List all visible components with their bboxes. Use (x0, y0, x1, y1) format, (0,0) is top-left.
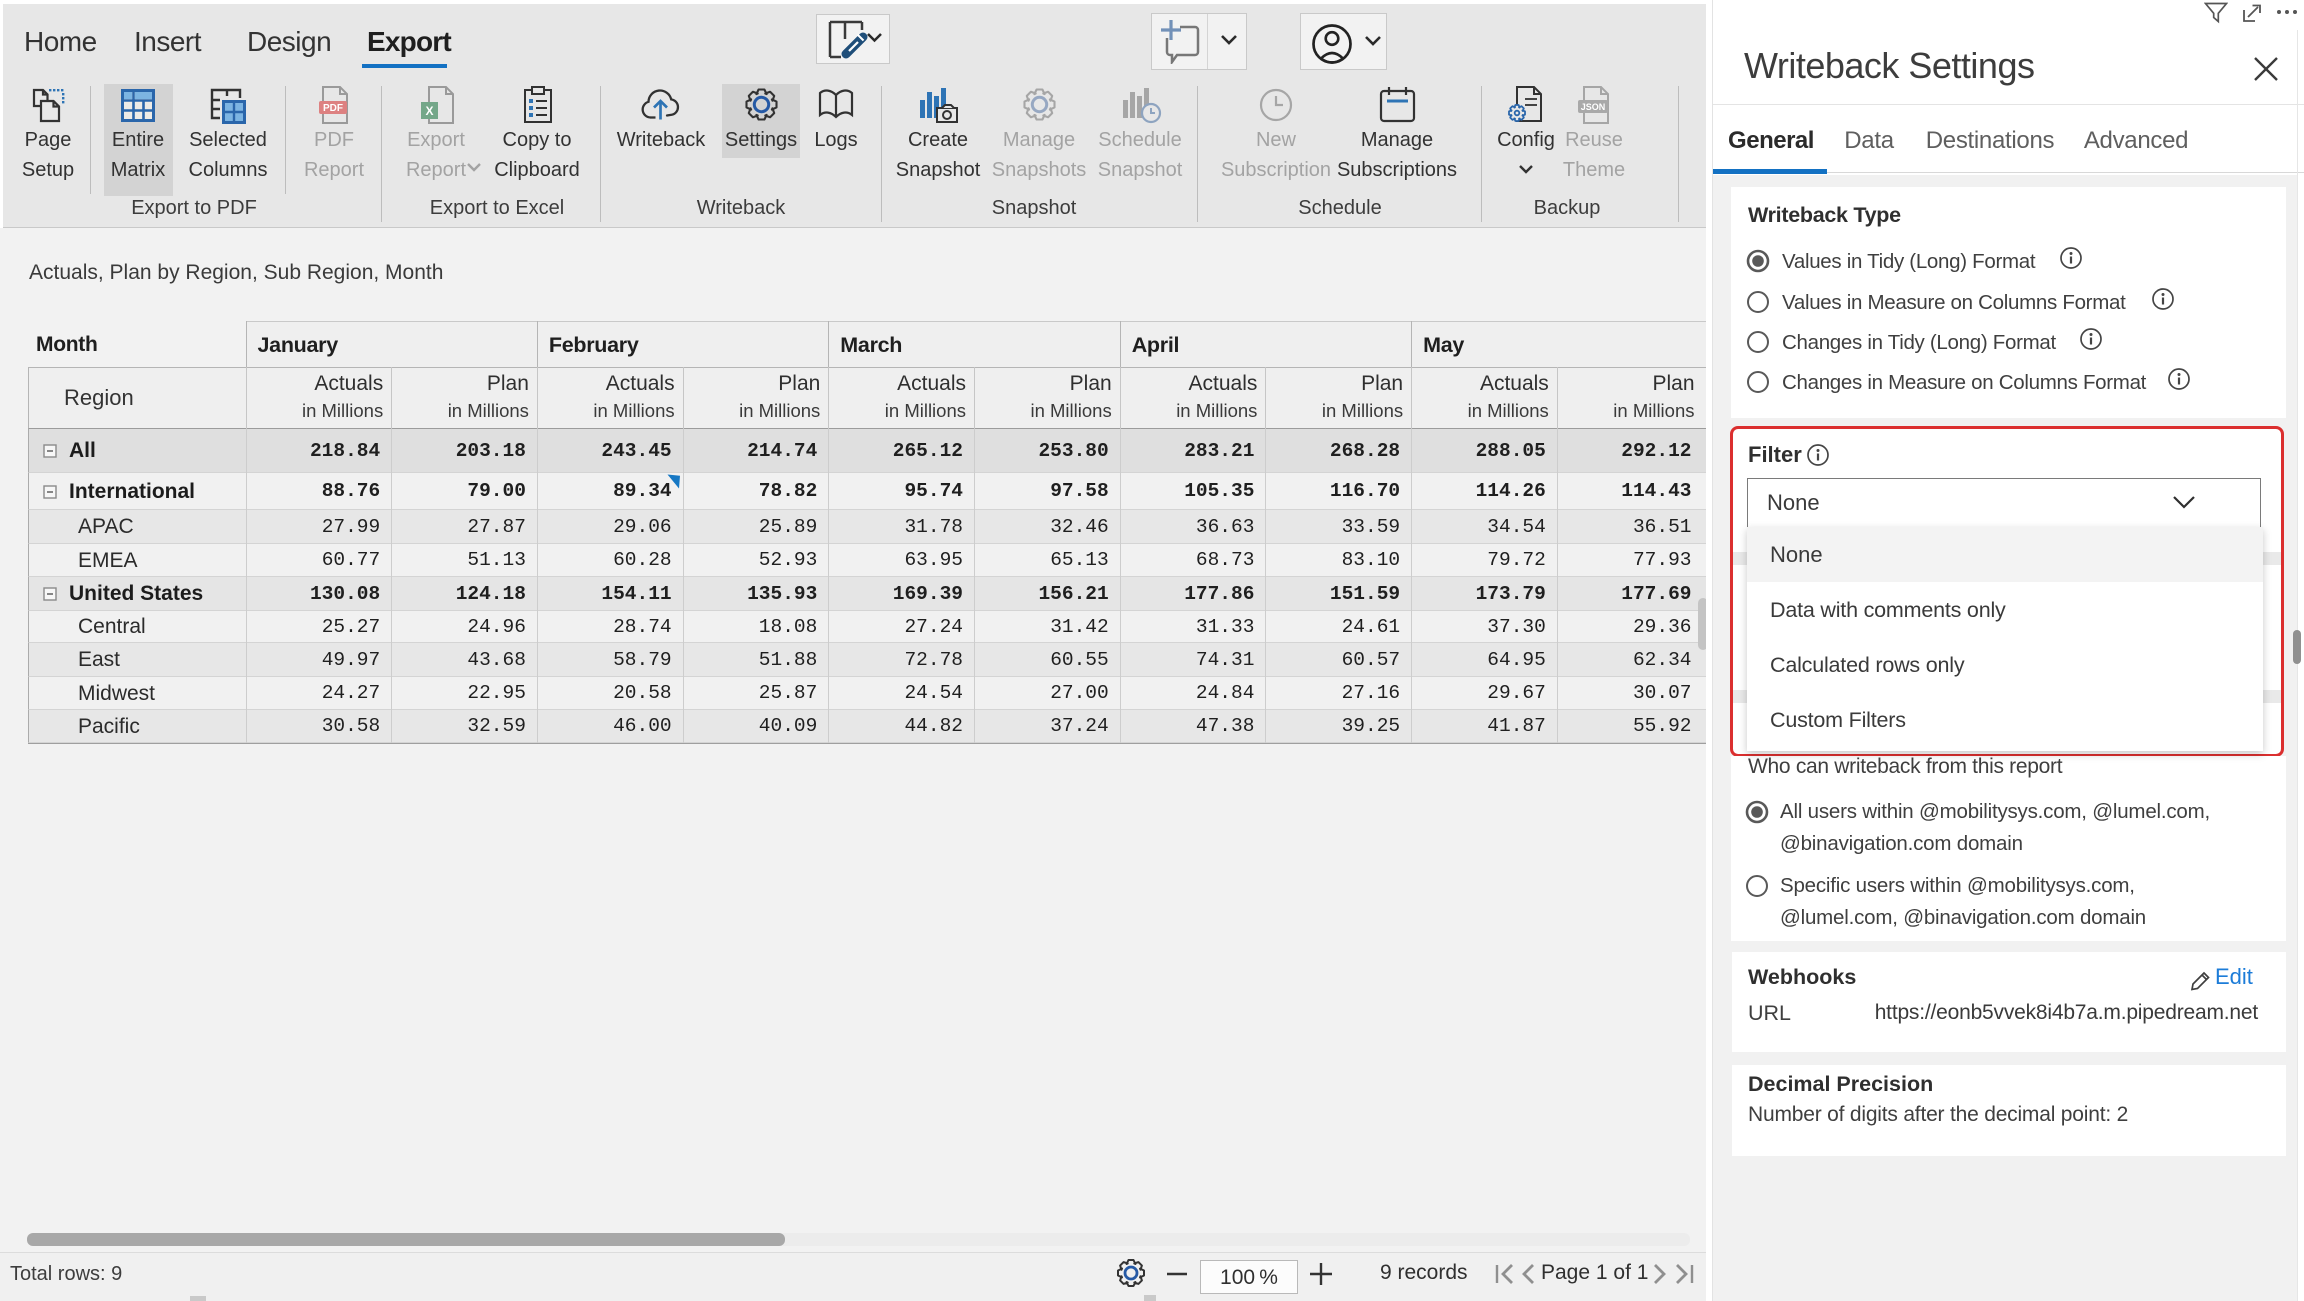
svg-text:JSON: JSON (1581, 102, 1606, 112)
svg-text:X: X (425, 104, 433, 118)
svg-text:PDF: PDF (323, 103, 343, 114)
